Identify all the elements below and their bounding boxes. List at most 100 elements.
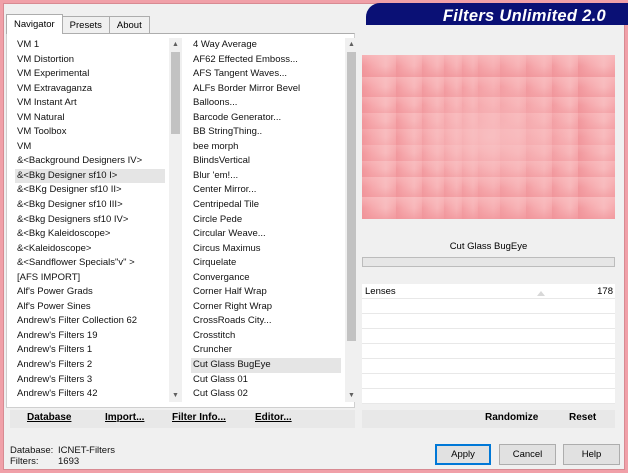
category-item[interactable]: &<Sandflower Specials"v" > [15,256,165,271]
category-item[interactable]: &<Kaleidoscope> [15,242,165,257]
category-item[interactable]: &<Background Designers IV> [15,154,165,169]
category-item[interactable]: VM Distortion [15,53,165,68]
apply-button[interactable]: Apply [435,444,491,465]
param-value[interactable]: 178 [597,286,613,297]
filter-item[interactable]: Cut Glass 01 [191,373,341,388]
preview-row [362,55,615,77]
database-button[interactable]: Database [27,412,71,423]
filter-item[interactable]: Cirquelate [191,256,341,271]
category-item[interactable]: &<Bkg Designers sf10 IV> [15,213,165,228]
slider-marker-icon[interactable] [537,291,545,296]
filter-item[interactable]: Crosstitch [191,329,341,344]
filter-item[interactable]: Cruncher [191,343,341,358]
database-label: Database: [10,445,54,456]
param-label: Lenses [365,286,396,297]
scroll-down-icon[interactable]: ▼ [345,389,358,402]
filter-item[interactable]: Corner Right Wrap [191,300,341,315]
tab-about[interactable]: About [108,16,150,34]
category-item[interactable]: Alf's Power Sines [15,300,165,315]
preview-row [362,197,615,219]
category-item[interactable]: &<Bkg Designer sf10 I> [15,168,165,184]
filter-item[interactable]: bee morph [191,140,341,155]
app-title: Filters Unlimited 2.0 [442,7,606,25]
category-item[interactable]: VM Extravaganza [15,82,165,97]
filters-info: Filters: 1693 [10,456,79,467]
cancel-button[interactable]: Cancel [499,444,556,465]
category-item[interactable]: Andrew's Filters 19 [15,329,165,344]
filter-item[interactable]: Blur 'em!... [191,169,341,184]
filter-info-button[interactable]: Filter Info... [172,412,226,423]
filter-item[interactable]: Centripedal Tile [191,198,341,213]
progress-bar [362,257,615,267]
filter-item[interactable]: Circle Pede [191,213,341,228]
category-item[interactable]: &<BKg Designer sf10 II> [15,183,165,198]
filter-item[interactable]: Balloons... [191,96,341,111]
filter-item[interactable]: Circus Maximus [191,242,341,257]
navigator-panel: VM 1 VM Distortion VM Experimental VM Extra… [6,33,358,408]
category-item[interactable]: VM Experimental [15,67,165,82]
category-scrollbar[interactable]: ▲ ▼ [169,38,182,402]
empty-param-row [362,374,615,389]
database-value: ICNET-Filters [58,445,115,456]
category-item[interactable]: Andrew's Filters 1 [15,343,165,358]
scroll-down-icon[interactable]: ▼ [169,389,182,402]
parameter-panel: Lenses 178 [362,284,615,404]
tab-presets[interactable]: Presets [61,16,110,34]
preview-center-glow [402,85,577,190]
category-item[interactable]: VM Natural [15,111,165,126]
empty-param-row [362,314,615,329]
filter-item[interactable]: Cut Glass 02 [191,387,341,402]
filter-item[interactable]: Center Mirror... [191,183,341,198]
category-item[interactable]: Andrew's Filters 2 [15,358,165,373]
category-item[interactable]: Andrew's Filters 3 [15,373,165,388]
filters-value: 1693 [58,456,80,467]
title-banner: Filters Unlimited 2.0 [366,3,628,25]
editor-button[interactable]: Editor... [255,412,292,423]
filter-item[interactable]: Convergance [191,271,341,286]
left-toolbar: Database Import... Filter Info... Editor… [10,410,355,428]
category-item[interactable]: VM 1 [15,38,165,53]
filters-label: Filters: [10,456,39,467]
current-filter-name: Cut Glass BugEye [449,241,528,252]
reset-button[interactable]: Reset [569,412,596,423]
right-toolbar: Randomize Reset [362,410,615,428]
category-item[interactable]: [AFS IMPORT] [15,271,165,286]
param-row[interactable]: Lenses 178 [362,284,615,299]
help-button[interactable]: Help [563,444,620,465]
filter-item[interactable]: Corner Half Wrap [191,285,341,300]
category-item[interactable]: VM Instant Art [15,96,165,111]
filter-item[interactable]: AFS Tangent Waves... [191,67,341,82]
category-item[interactable]: &<Bkg Kaleidoscope> [15,227,165,242]
category-item[interactable]: VM Toolbox [15,125,165,140]
filter-item[interactable]: 4 Way Average [191,38,341,53]
scroll-thumb[interactable] [171,52,180,134]
tab-navigator[interactable]: Navigator [6,14,63,34]
filter-scrollbar[interactable]: ▲ ▼ [345,38,358,402]
category-item[interactable]: Alf's Power Grads [15,285,165,300]
category-item[interactable]: Andrew's Filter Collection 62 [15,314,165,329]
filter-item[interactable]: BlindsVertical [191,154,341,169]
database-info: Database: ICNET-Filters [10,445,115,456]
filter-item[interactable]: AF62 Effected Emboss... [191,53,341,68]
scroll-thumb[interactable] [347,52,356,341]
empty-param-row [362,299,615,314]
randomize-button[interactable]: Randomize [485,412,538,423]
category-item[interactable]: VM [15,140,165,155]
category-item[interactable]: Andrew's Filters 42 [15,387,165,402]
filter-item[interactable]: Cut Glass BugEye [191,358,341,373]
filter-item[interactable]: Circular Weave... [191,227,341,242]
filter-list[interactable]: 4 Way Average AF62 Effected Emboss... AFS … [191,38,341,402]
empty-param-row [362,359,615,374]
scroll-up-icon[interactable]: ▲ [169,38,182,51]
empty-param-row [362,344,615,359]
filter-item[interactable]: CrossRoads City... [191,314,341,329]
filter-item[interactable]: Barcode Generator... [191,111,341,126]
preview-image [362,55,615,219]
empty-param-row [362,329,615,344]
filter-item[interactable]: ALFs Border Mirror Bevel [191,82,341,97]
import-button[interactable]: Import... [105,412,144,423]
category-list[interactable]: VM 1 VM Distortion VM Experimental VM Extra… [15,38,165,402]
filter-item[interactable]: BB StringThing.. [191,125,341,140]
category-item[interactable]: &<Bkg Designer sf10 III> [15,198,165,213]
scroll-up-icon[interactable]: ▲ [345,38,358,51]
